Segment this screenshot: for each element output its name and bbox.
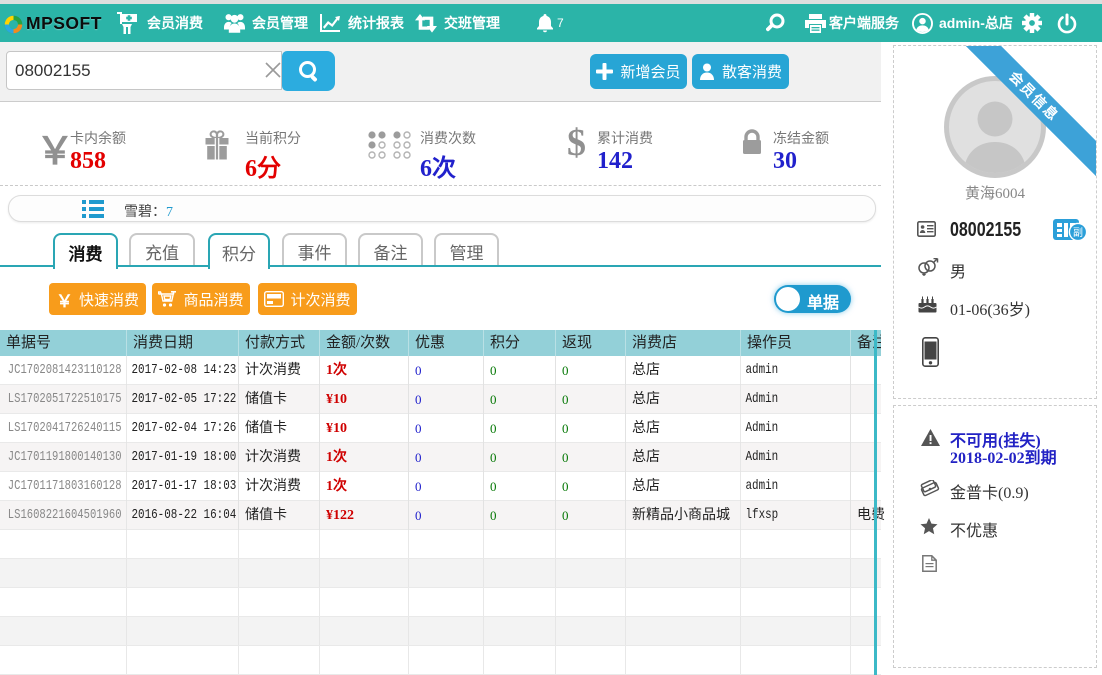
svg-text:副: 副 bbox=[1073, 227, 1083, 239]
